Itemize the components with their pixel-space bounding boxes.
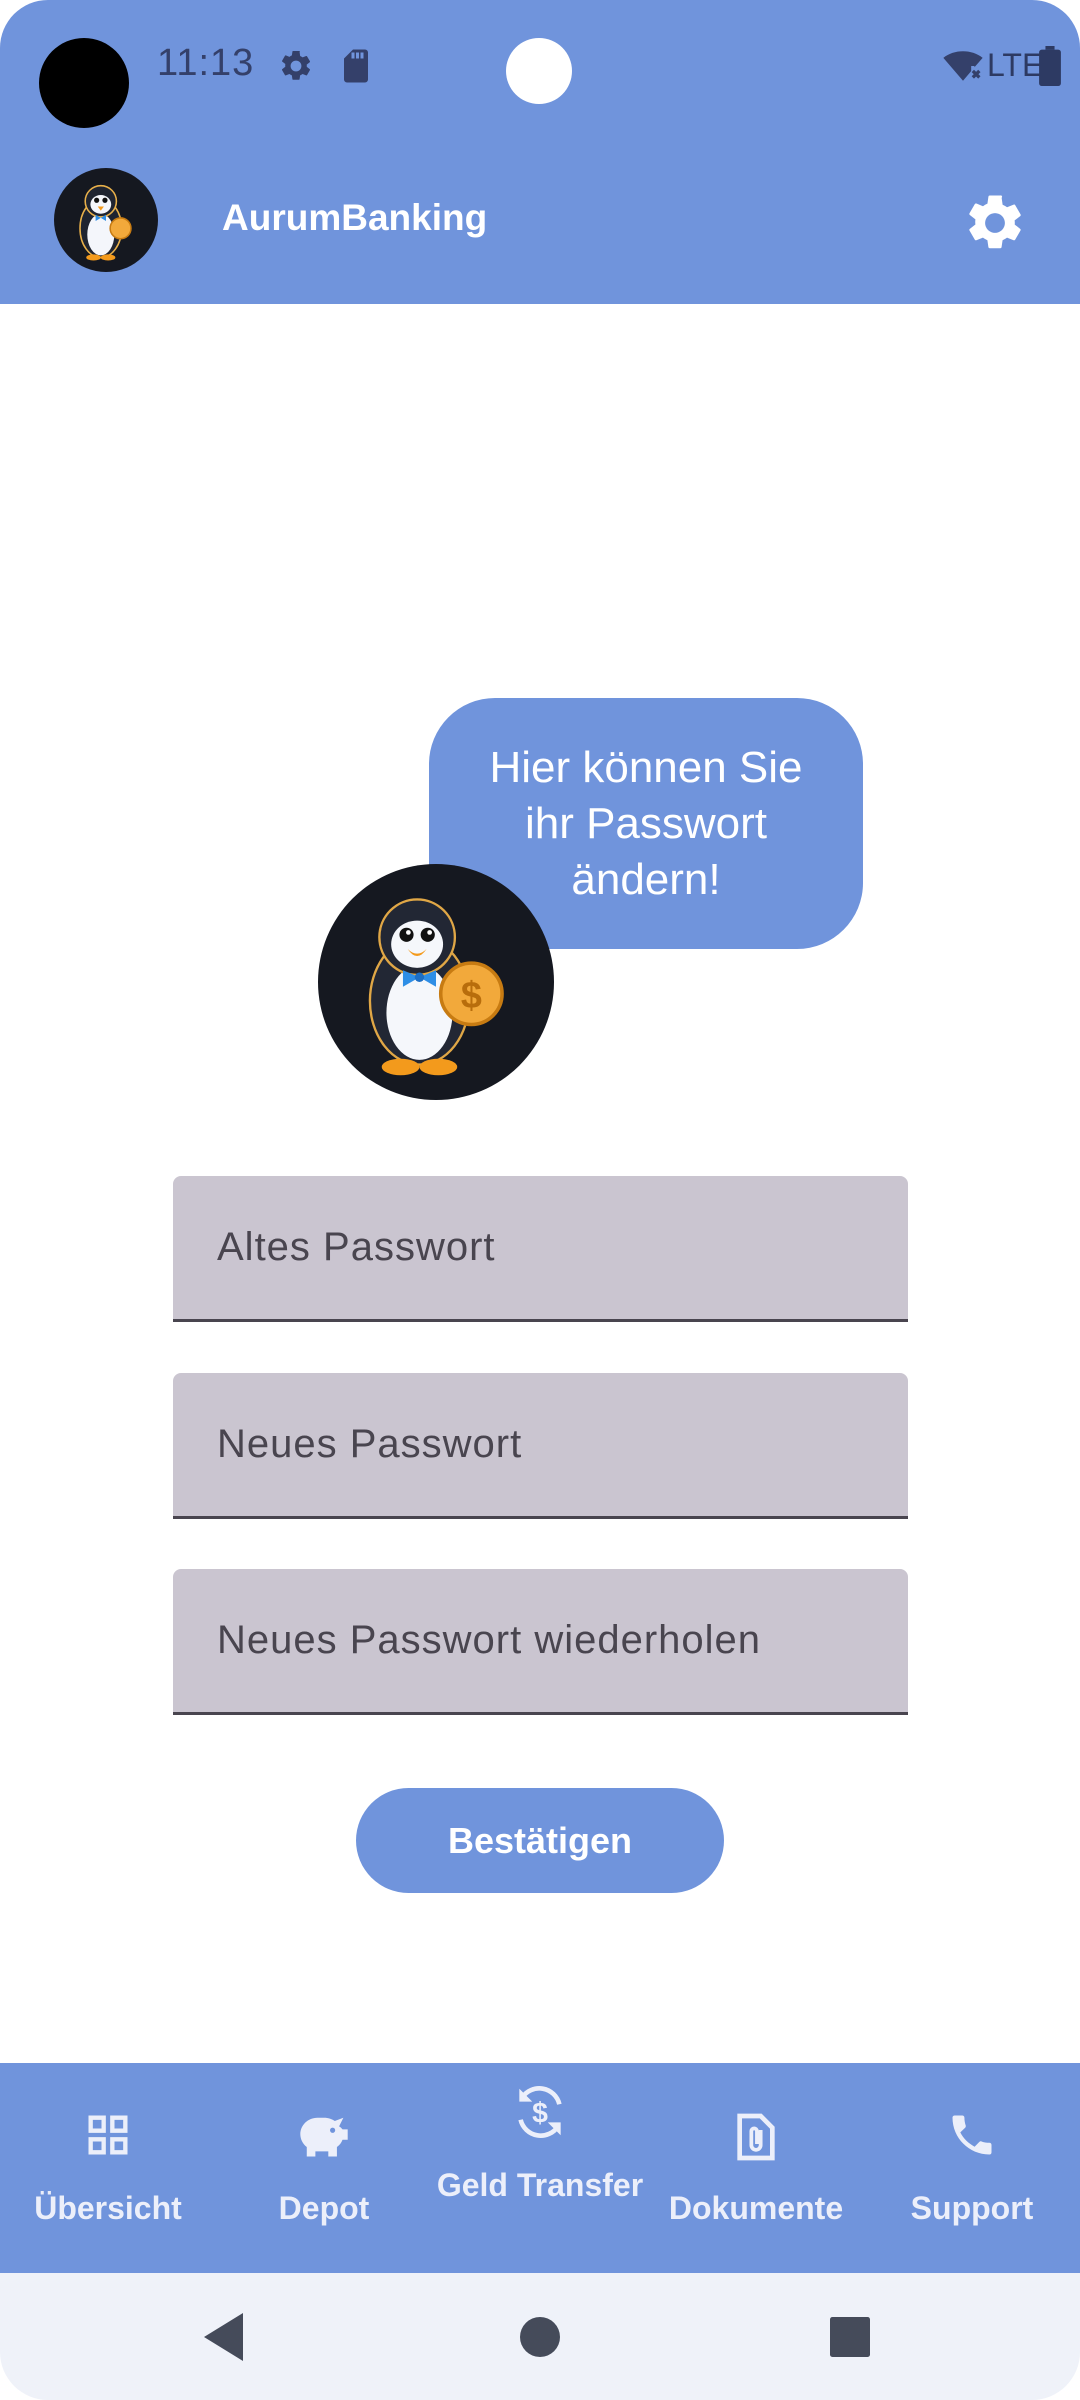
camera-cutout bbox=[39, 38, 129, 128]
nav-label-geld-transfer: Geld Transfer bbox=[436, 2167, 644, 2203]
nav-label-dokumente: Dokumente bbox=[668, 2190, 844, 2226]
repeat-password-field[interactable] bbox=[173, 1569, 908, 1715]
new-password-field[interactable] bbox=[173, 1373, 908, 1519]
settings-status-icon bbox=[281, 50, 311, 80]
sd-card-icon bbox=[344, 49, 368, 83]
penguin-logo-icon bbox=[79, 184, 132, 261]
svg-text:$: $ bbox=[532, 2097, 548, 2129]
recents-icon[interactable] bbox=[830, 2317, 870, 2357]
old-password-input[interactable] bbox=[173, 1176, 908, 1319]
back-icon[interactable] bbox=[204, 2313, 246, 2361]
piggy-bank-icon bbox=[300, 2117, 348, 2157]
nav-item-depot[interactable]: Depot bbox=[216, 2063, 432, 2273]
top-app-bar: 11:13 LTE AurumBanking bbox=[0, 0, 1080, 304]
app-title: AurumBanking bbox=[222, 197, 488, 238]
svg-text:$: $ bbox=[461, 974, 482, 1016]
nav-item-dokumente[interactable]: Dokumente bbox=[648, 2063, 864, 2273]
nav-item-geld-transfer[interactable]: $ Geld Transfer bbox=[432, 2063, 648, 2273]
settings-icon[interactable] bbox=[962, 190, 1028, 256]
network-type: LTE bbox=[987, 47, 1044, 83]
nav-item-support[interactable]: Support bbox=[864, 2063, 1080, 2273]
document-clip-icon bbox=[737, 2113, 775, 2161]
front-camera-hole bbox=[506, 38, 572, 104]
screen: 11:13 LTE AurumBanking Hier können Sie i… bbox=[0, 0, 1080, 2400]
app-logo-avatar[interactable] bbox=[54, 168, 158, 272]
status-time: 11:13 bbox=[157, 42, 255, 84]
battery-icon bbox=[1039, 46, 1061, 86]
wifi-off-icon bbox=[943, 51, 983, 81]
speech-bubble-text: Hier können Sie ihr Passwort ändern! bbox=[489, 742, 803, 904]
mascot-avatar: $ bbox=[318, 864, 554, 1100]
nav-label-support: Support bbox=[910, 2190, 1034, 2226]
repeat-password-input[interactable] bbox=[173, 1569, 908, 1712]
nav-item-uebersicht[interactable]: Übersicht bbox=[0, 2063, 216, 2273]
phone-icon bbox=[952, 2115, 992, 2155]
system-navigation-bar bbox=[0, 2273, 1080, 2400]
old-password-field[interactable] bbox=[173, 1176, 908, 1322]
bottom-navigation: Übersicht Depot $ Geld Transfer Dokument… bbox=[0, 2063, 1080, 2273]
nav-label-depot: Depot bbox=[278, 2190, 370, 2226]
grid-icon bbox=[88, 2115, 128, 2155]
new-password-input[interactable] bbox=[173, 1373, 908, 1516]
money-transfer-icon: $ bbox=[518, 2086, 562, 2138]
confirm-button[interactable]: Bestätigen bbox=[356, 1788, 724, 1893]
penguin-mascot-icon: $ bbox=[368, 898, 504, 1076]
nav-label-uebersicht: Übersicht bbox=[34, 2190, 182, 2226]
home-icon[interactable] bbox=[520, 2317, 560, 2357]
